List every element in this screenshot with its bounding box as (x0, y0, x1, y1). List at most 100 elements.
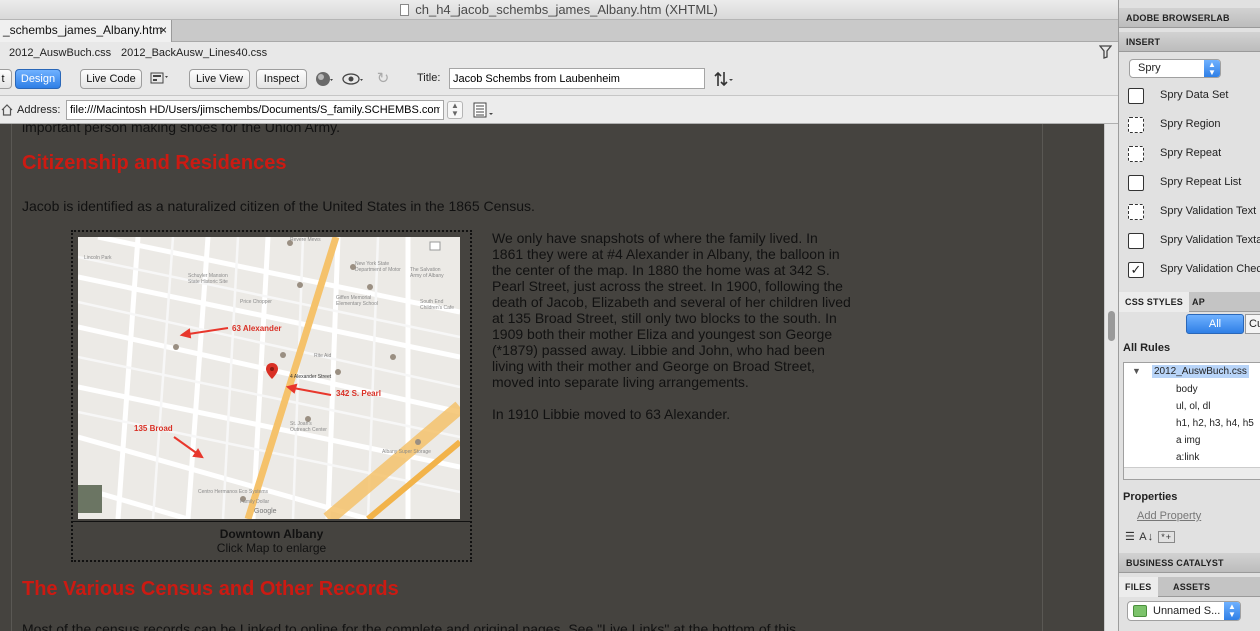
svg-text:Rite Aid: Rite Aid (314, 353, 331, 359)
paragraph-citizenship: Jacob is identified as a naturalized cit… (22, 198, 535, 214)
live-view-button[interactable]: Live View (189, 69, 250, 89)
rules-scrollbar[interactable] (1124, 467, 1260, 479)
heading-citizenship: Citizenship and Residences (22, 152, 287, 174)
css-styles-tab[interactable]: CSS STYLES (1119, 292, 1190, 312)
document-toolbar: t Design Live Code Live View Inspect ↻ T… (0, 64, 1118, 96)
spry-validation-text-icon (1128, 204, 1144, 220)
files-panel-tabs: FILES ASSETS (1119, 577, 1260, 597)
vertical-scrollbar[interactable] (1104, 124, 1118, 631)
scrollbar-thumb[interactable] (1108, 311, 1115, 341)
browse-options-icon[interactable] (473, 102, 495, 118)
document-icon (400, 4, 410, 16)
related-file-2[interactable]: 2012_BackAusw_Lines40.css (121, 42, 267, 64)
svg-text:State Historic Site: State Historic Site (188, 279, 228, 285)
visual-aids-icon[interactable] (342, 70, 363, 88)
document-tab-bar: _schembs_james_Albany.htm × (0, 20, 1118, 42)
assets-tab[interactable]: ASSETS (1167, 577, 1216, 597)
insert-panel-header[interactable]: INSERT (1119, 32, 1260, 52)
map-caption: Downtown Albany Click Map to enlarge (73, 521, 470, 560)
rule-a-link[interactable]: a:link (1176, 452, 1199, 463)
spry-repeat-icon (1128, 146, 1144, 162)
close-tab-icon[interactable]: × (160, 20, 167, 41)
spry-repeat-list-item[interactable]: Spry Repeat List (1119, 168, 1260, 197)
preview-browser-icon[interactable] (314, 70, 334, 88)
paragraph-fragment-top: important person making shoes for the Un… (22, 124, 341, 135)
svg-text:Lincoln Park: Lincoln Park (84, 255, 112, 261)
window-title-bar: ch_h4_jacob_schembs_james_Albany.htm (XH… (0, 0, 1118, 20)
spry-data-set-icon (1128, 88, 1144, 104)
column-guide-left (11, 124, 12, 631)
svg-text:Outreach Center: Outreach Center (290, 427, 327, 433)
title-label: Title: (417, 72, 441, 84)
svg-text:Elementary School: Elementary School (336, 301, 378, 307)
insert-category-select[interactable]: Spry ▲ ▼ (1129, 59, 1221, 78)
address-history-stepper[interactable]: ▲ ▼ (447, 101, 463, 119)
spry-validation-textarea-icon (1128, 233, 1144, 249)
spry-validation-textarea-item[interactable]: Spry Validation Texta (1119, 226, 1260, 255)
site-select[interactable]: Unnamed S... ▲ ▼ (1127, 601, 1241, 621)
rule-a-img[interactable]: a img (1176, 435, 1200, 446)
map-caption-subtitle: Click Map to enlarge (216, 541, 327, 555)
refresh-icon[interactable]: ↻ (373, 70, 393, 88)
document-tab[interactable]: _schembs_james_Albany.htm × (0, 20, 172, 42)
svg-text:4 Alexander Street: 4 Alexander Street (290, 374, 332, 380)
address-bar: Address: ▲▼ (0, 96, 1118, 124)
svg-text:Price Chopper: Price Chopper (240, 299, 272, 305)
svg-text:Albany Super Storage: Albany Super Storage (382, 449, 431, 455)
related-file-1[interactable]: 2012_AuswBuch.css (9, 42, 111, 64)
column-guide-right (1042, 124, 1043, 631)
svg-text:Department of Motor: Department of Motor (355, 267, 401, 273)
checkbox-icon: ✓ (1128, 262, 1144, 278)
residence-text-column: We only have snapshots of where the fami… (492, 230, 852, 422)
files-tab[interactable]: FILES (1119, 577, 1158, 597)
related-files-bar: 2012_AuswBuch.css 2012_BackAusw_Lines40.… (0, 42, 1118, 64)
spry-repeat-item[interactable]: Spry Repeat (1119, 139, 1260, 168)
property-view-icons[interactable]: ☰ A↓ *+ (1125, 530, 1175, 543)
spry-region-icon (1128, 117, 1144, 133)
all-rules-button[interactable]: All (1186, 314, 1244, 334)
svg-text:Army of Albany: Army of Albany (410, 273, 444, 279)
current-rules-button[interactable]: Cu (1245, 314, 1260, 334)
rule-lists[interactable]: ul, ol, dl (1176, 401, 1210, 412)
business-catalyst-header[interactable]: BUSINESS CATALYST (1119, 553, 1260, 573)
tree-expand-icon[interactable]: ▼ (1132, 366, 1141, 376)
document-tab-label: _schembs_james_Albany.htm (3, 23, 163, 37)
svg-text:135 Broad: 135 Broad (134, 424, 173, 433)
svg-text:Family Dollar: Family Dollar (240, 499, 270, 505)
address-label: Address: (17, 104, 61, 116)
dreamweaver-window: ch_h4_jacob_schembs_james_Albany.htm (XH… (0, 0, 1260, 631)
design-view[interactable]: important person making shoes for the Un… (0, 124, 1104, 631)
spry-validation-checkbox-item[interactable]: ✓ Spry Validation Chec (1119, 255, 1260, 284)
css-rules-tree[interactable]: ▼ 2012_AuswBuch.css body ul, ol, dl h1, … (1123, 362, 1260, 480)
filter-icon[interactable] (1099, 45, 1112, 59)
svg-text:Children's Cafe: Children's Cafe (420, 305, 454, 311)
residence-paragraph: We only have snapshots of where the fami… (492, 230, 851, 390)
css-panel-tabs: CSS STYLES AP ELEMENTS (1119, 292, 1260, 327)
map-figure[interactable]: Revere Mews New York State Department of … (71, 230, 472, 562)
page-title-input[interactable] (449, 68, 705, 89)
code-view-button[interactable]: t (0, 69, 12, 89)
design-view-button[interactable]: Design (15, 69, 61, 89)
address-input[interactable] (66, 100, 444, 120)
select-arrows-icon: ▲ ▼ (1224, 602, 1240, 620)
home-icon[interactable] (1, 104, 13, 116)
rule-body[interactable]: body (1176, 384, 1198, 395)
multiscreen-icon[interactable] (149, 70, 169, 88)
spry-region-item[interactable]: Spry Region (1119, 110, 1260, 139)
svg-text:Google: Google (254, 508, 277, 515)
live-code-button[interactable]: Live Code (80, 69, 142, 89)
site-folder-icon (1133, 605, 1147, 617)
add-property-link[interactable]: Add Property (1137, 510, 1201, 522)
ap-elements-tab[interactable]: AP ELEMENTS (1186, 292, 1260, 327)
inspect-button[interactable]: Inspect (256, 69, 307, 89)
stylesheet-node[interactable]: 2012_AuswBuch.css (1152, 365, 1249, 378)
svg-text:342 S. Pearl: 342 S. Pearl (336, 389, 381, 398)
file-management-icon[interactable] (713, 70, 733, 88)
albany-map[interactable]: Revere Mews New York State Department of … (78, 237, 460, 519)
spry-validation-text-item[interactable]: Spry Validation Text (1119, 197, 1260, 226)
panels-dock: ADOBE BROWSERLAB INSERT Spry ▲ ▼ Spry Dat… (1118, 0, 1260, 631)
rule-headings[interactable]: h1, h2, h3, h4, h5 (1176, 418, 1254, 429)
browserlab-panel-header[interactable]: ADOBE BROWSERLAB (1119, 8, 1260, 28)
spry-data-set-item[interactable]: Spry Data Set (1119, 81, 1260, 110)
select-arrows-icon: ▲ ▼ (1204, 60, 1220, 77)
